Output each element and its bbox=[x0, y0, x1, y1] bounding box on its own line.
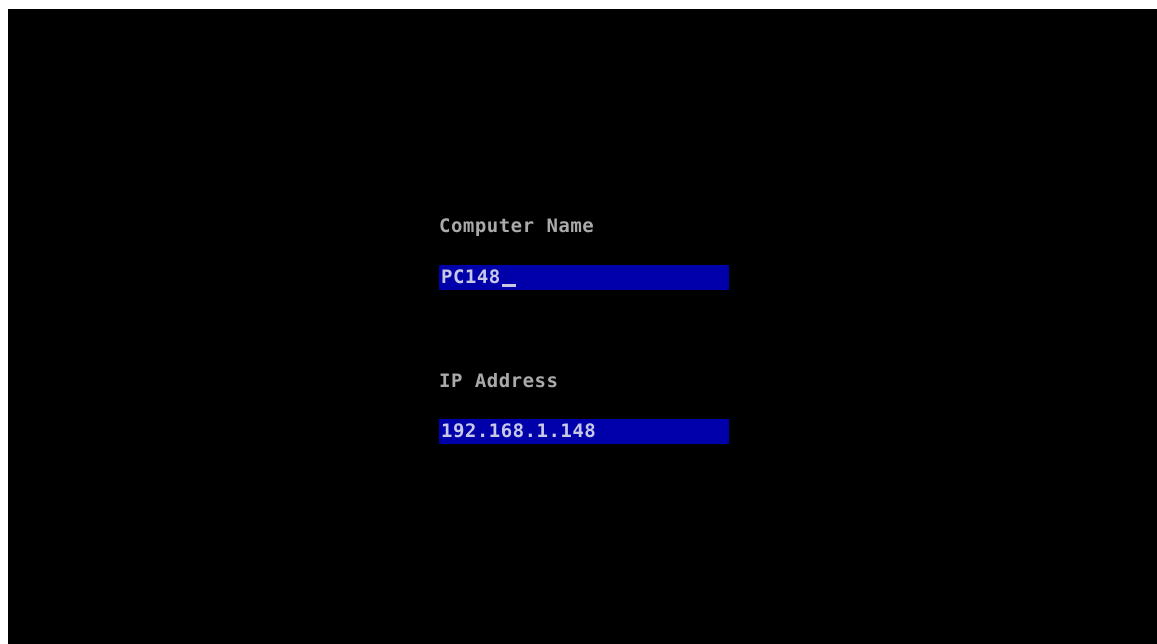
computer-name-label: Computer Name bbox=[439, 215, 595, 237]
console-screen: Computer Name PC148 IP Address 192.168.1… bbox=[8, 9, 1157, 644]
text-cursor bbox=[501, 284, 516, 287]
computer-name-field[interactable]: PC148 bbox=[439, 265, 729, 290]
ip-address-value: 192.168.1.148 bbox=[441, 420, 597, 442]
ip-address-field[interactable]: 192.168.1.148 bbox=[439, 419, 729, 444]
computer-name-value: PC148 bbox=[441, 266, 501, 288]
ip-address-label: IP Address bbox=[439, 370, 559, 392]
